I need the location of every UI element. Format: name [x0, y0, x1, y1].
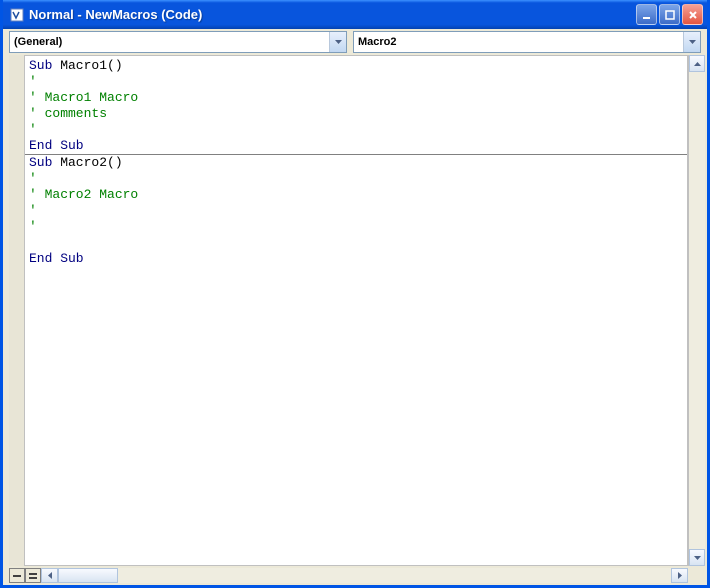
- object-dropdown[interactable]: (General): [9, 31, 347, 53]
- window-title: Normal - NewMacros (Code): [29, 7, 636, 22]
- app-icon: [9, 7, 25, 23]
- code-line[interactable]: ' comments: [29, 106, 683, 122]
- dropdown-bar: (General) Macro2: [3, 29, 707, 55]
- vertical-scrollbar[interactable]: [688, 55, 705, 566]
- code-line[interactable]: ': [29, 219, 683, 235]
- view-buttons: [9, 568, 41, 583]
- scroll-left-button[interactable]: [41, 568, 58, 583]
- code-line[interactable]: End Sub: [29, 251, 683, 267]
- code-line[interactable]: ': [29, 171, 683, 187]
- window-controls: [636, 4, 703, 25]
- code-line[interactable]: ' Macro2 Macro: [29, 187, 683, 203]
- scroll-track[interactable]: [118, 568, 671, 583]
- scroll-down-button[interactable]: [689, 549, 705, 566]
- code-line[interactable]: ': [29, 74, 683, 90]
- bottom-bar: [3, 568, 707, 585]
- code-line[interactable]: [29, 235, 683, 251]
- scroll-right-button[interactable]: [671, 568, 688, 583]
- code-editor[interactable]: Sub Macro1()'' Macro1 Macro' comments'En…: [25, 56, 687, 565]
- procedure-view-button[interactable]: [9, 568, 25, 583]
- close-button[interactable]: [682, 4, 703, 25]
- code-container: Sub Macro1()'' Macro1 Macro' comments'En…: [25, 55, 688, 566]
- chevron-down-icon[interactable]: [683, 32, 700, 52]
- procedure-dropdown[interactable]: Macro2: [353, 31, 701, 53]
- code-line[interactable]: Sub Macro2(): [29, 155, 683, 171]
- minimize-button[interactable]: [636, 4, 657, 25]
- code-line[interactable]: End Sub: [29, 138, 683, 154]
- full-module-view-button[interactable]: [25, 568, 41, 583]
- scrollbar-corner: [688, 568, 705, 583]
- scroll-track[interactable]: [689, 72, 705, 549]
- scroll-up-button[interactable]: [689, 55, 705, 72]
- editor-area: Sub Macro1()'' Macro1 Macro' comments'En…: [3, 55, 707, 568]
- procedure-dropdown-value: Macro2: [358, 36, 683, 48]
- code-line[interactable]: ' Macro1 Macro: [29, 90, 683, 106]
- titlebar[interactable]: Normal - NewMacros (Code): [3, 0, 707, 29]
- scroll-thumb[interactable]: [58, 568, 118, 583]
- horizontal-scrollbar[interactable]: [41, 568, 688, 583]
- object-dropdown-value: (General): [14, 36, 329, 48]
- code-line[interactable]: ': [29, 203, 683, 219]
- chevron-down-icon[interactable]: [329, 32, 346, 52]
- code-window: Normal - NewMacros (Code) (General) Macr…: [0, 0, 710, 588]
- code-line[interactable]: ': [29, 122, 683, 138]
- maximize-button[interactable]: [659, 4, 680, 25]
- code-line[interactable]: Sub Macro1(): [29, 58, 683, 74]
- indicator-margin: [9, 55, 25, 566]
